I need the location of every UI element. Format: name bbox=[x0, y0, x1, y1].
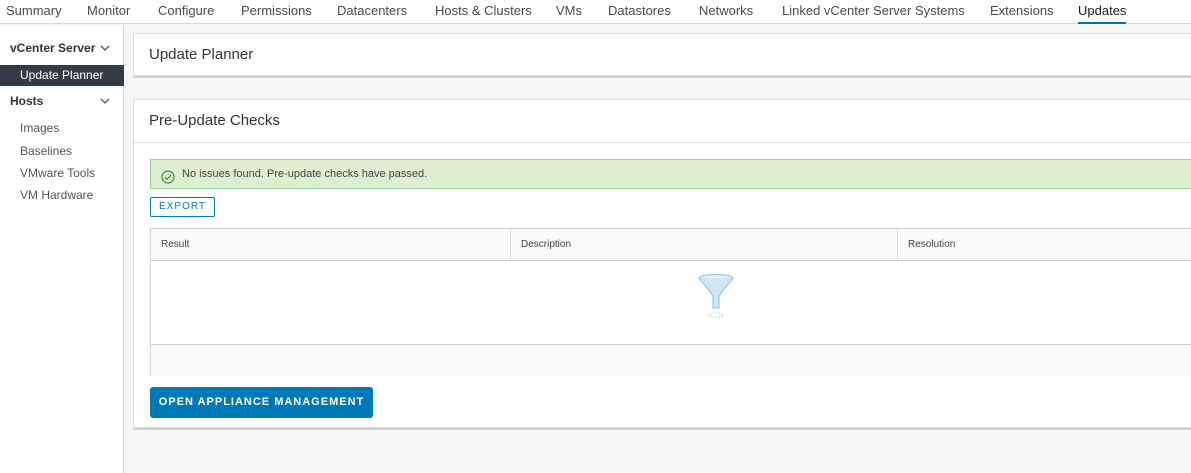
tab-hosts-clusters[interactable]: Hosts & Clusters bbox=[435, 0, 532, 24]
success-alert: No issues found. Pre-update checks have … bbox=[150, 159, 1191, 189]
tab-linked-vcenter-server-systems[interactable]: Linked vCenter Server Systems bbox=[782, 0, 965, 24]
column-header-resolution[interactable]: Resolution bbox=[898, 229, 1191, 261]
results-grid: Result Description Resolution bbox=[150, 228, 1191, 376]
tab-permissions[interactable]: Permissions bbox=[241, 0, 312, 24]
top-nav-tabs: Summary Monitor Configure Permissions Da… bbox=[0, 0, 1191, 24]
divider bbox=[134, 142, 1191, 143]
grid-header: Result Description Resolution bbox=[151, 229, 1191, 261]
sidebar-item-update-planner[interactable]: Update Planner bbox=[0, 65, 124, 86]
pre-update-checks-card: Pre-Update Checks No issues found. Pre-u… bbox=[133, 99, 1191, 428]
sidebar-group-label: vCenter Server bbox=[10, 41, 96, 55]
sidebar-item-vmware-tools[interactable]: VMware Tools bbox=[0, 163, 124, 183]
sidebar-item-baselines[interactable]: Baselines bbox=[0, 141, 124, 161]
chevron-down-icon bbox=[100, 90, 110, 120]
tab-datastores[interactable]: Datastores bbox=[608, 0, 671, 24]
update-planner-card: Update Planner bbox=[133, 33, 1191, 76]
sidebar-group-label: Hosts bbox=[10, 94, 44, 108]
sidebar-group-vcenter-server[interactable]: vCenter Server bbox=[0, 37, 124, 59]
export-button[interactable]: EXPORT bbox=[150, 197, 215, 217]
sidebar: vCenter Server Update Planner Hosts Imag… bbox=[0, 25, 124, 473]
tab-networks[interactable]: Networks bbox=[699, 0, 753, 24]
tab-monitor[interactable]: Monitor bbox=[87, 0, 130, 24]
empty-filter-icon bbox=[696, 273, 736, 322]
tab-vms[interactable]: VMs bbox=[556, 0, 582, 24]
sidebar-item-vm-hardware[interactable]: VM Hardware bbox=[0, 185, 124, 205]
column-header-result[interactable]: Result bbox=[151, 229, 511, 261]
tab-datacenters[interactable]: Datacenters bbox=[337, 0, 407, 24]
page-title: Update Planner bbox=[149, 46, 254, 63]
tab-extensions[interactable]: Extensions bbox=[990, 0, 1054, 24]
sidebar-item-images[interactable]: Images bbox=[0, 118, 124, 138]
grid-footer bbox=[151, 344, 1191, 376]
column-header-description[interactable]: Description bbox=[511, 229, 898, 261]
tab-configure[interactable]: Configure bbox=[158, 0, 214, 24]
tab-summary[interactable]: Summary bbox=[6, 0, 62, 24]
open-appliance-management-button[interactable]: OPEN APPLIANCE MANAGEMENT bbox=[150, 387, 373, 418]
check-circle-icon bbox=[161, 167, 175, 184]
sidebar-group-hosts[interactable]: Hosts bbox=[0, 90, 124, 112]
chevron-down-icon bbox=[100, 37, 110, 67]
section-title: Pre-Update Checks bbox=[149, 112, 280, 129]
alert-text: No issues found. Pre-update checks have … bbox=[182, 168, 428, 180]
tab-updates[interactable]: Updates bbox=[1078, 0, 1127, 24]
